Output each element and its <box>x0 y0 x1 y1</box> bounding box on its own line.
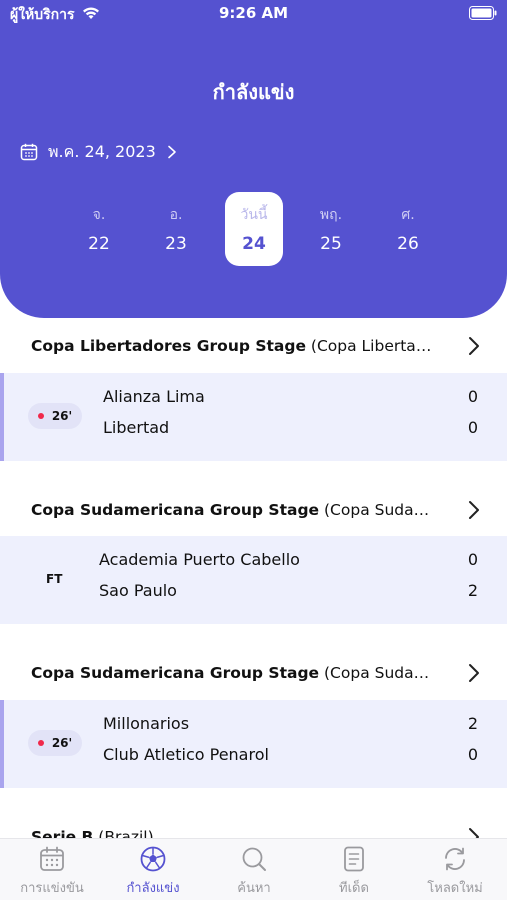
tab-label: กำลังแข่ง <box>126 881 180 896</box>
day-weekday: วันนี้ <box>240 207 268 223</box>
day-number: 26 <box>397 234 419 254</box>
tab-label: โหลดใหม่ <box>427 881 483 896</box>
away-score: 2 <box>467 581 478 600</box>
live-time-badge: 26' <box>28 730 82 756</box>
away-team: Libertad <box>103 418 170 437</box>
chevron-right-icon <box>469 501 479 519</box>
day-number: 22 <box>88 234 110 254</box>
home-score: 2 <box>467 714 478 733</box>
home-team: Alianza Lima <box>103 387 205 406</box>
day-strip: จ. 22 อ. 23 วันนี้ 24 พฤ. 25 ศ. 26 <box>60 192 448 266</box>
day-weekday: ศ. <box>401 207 415 223</box>
chevron-right-icon <box>469 337 479 355</box>
date-picker[interactable]: พ.ค. 24, 2023 <box>20 140 178 164</box>
day-item[interactable]: อ. 23 <box>147 192 205 266</box>
day-item[interactable]: จ. 22 <box>70 192 128 266</box>
day-number: 24 <box>242 234 266 254</box>
match-card[interactable]: FT Academia Puerto Cabello 0 Sao Paulo 2 <box>0 536 507 624</box>
home-score: 0 <box>467 387 478 406</box>
match-card[interactable]: 26' Millonarios 2 Club Atletico Penarol … <box>0 700 507 788</box>
day-number: 25 <box>320 234 342 254</box>
chevron-right-icon <box>167 145 176 159</box>
tab-matches[interactable]: การแข่งขัน <box>2 845 102 898</box>
selected-date: พ.ค. 24, 2023 <box>48 141 156 161</box>
league-name: Copa Sudamericana Group Stage (Copa Suda… <box>31 664 441 682</box>
day-weekday: พฤ. <box>319 207 343 223</box>
away-score: 0 <box>467 745 478 764</box>
league-header[interactable]: Copa Libertadores Group Stage (Copa Libe… <box>0 321 507 371</box>
soccer-ball-icon <box>140 846 166 872</box>
league-subtitle: (Copa Sudamericana) <box>324 501 441 519</box>
calendar-icon <box>20 143 38 161</box>
league-subtitle: (Copa Sudamericana) <box>324 664 441 682</box>
league-title: Copa Libertadores Group Stage <box>31 337 306 355</box>
live-dot-icon <box>37 740 44 746</box>
league-title: Copa Sudamericana Group Stage <box>31 501 320 519</box>
calendar-icon <box>40 846 64 871</box>
tab-search[interactable]: ค้นหา <box>204 845 304 898</box>
day-item[interactable]: พฤ. 25 <box>302 192 360 266</box>
day-item[interactable]: ศ. 26 <box>379 192 437 266</box>
league-header[interactable]: Copa Sudamericana Group Stage (Copa Suda… <box>0 485 507 535</box>
away-score: 0 <box>467 418 478 437</box>
battery-icon <box>469 6 497 20</box>
away-team: Sao Paulo <box>99 581 177 600</box>
day-weekday: จ. <box>92 207 106 223</box>
status-bar: ผู้ให้บริการ 9:26 AM <box>0 0 507 28</box>
search-icon <box>242 847 266 871</box>
tab-bar: การแข่งขัน กำลังแข่ง ค้นหา ทีเด็ด โหลดให… <box>0 838 507 900</box>
day-item-today[interactable]: วันนี้ 24 <box>225 192 283 266</box>
match-status: FT <box>46 572 63 586</box>
match-time: 26' <box>51 736 73 750</box>
league-title: Copa Sudamericana Group Stage <box>31 664 320 682</box>
refresh-icon <box>445 847 465 871</box>
live-dot-icon <box>37 413 44 419</box>
page-title: กำลังแข่ง <box>212 80 295 104</box>
tab-label: ค้นหา <box>237 881 271 896</box>
tab-label: ทีเด็ด <box>339 881 369 896</box>
league-header[interactable]: Copa Sudamericana Group Stage (Copa Suda… <box>0 648 507 698</box>
day-weekday: อ. <box>169 207 183 223</box>
live-time-badge: 26' <box>28 403 82 429</box>
home-team: Academia Puerto Cabello <box>99 550 300 569</box>
tab-reload[interactable]: โหลดใหม่ <box>405 845 505 898</box>
league-subtitle: (Copa Libertadores) <box>310 337 441 355</box>
day-number: 23 <box>165 234 187 254</box>
tab-live[interactable]: กำลังแข่ง <box>103 845 203 898</box>
tab-label: การแข่งขัน <box>20 881 84 896</box>
header: ผู้ให้บริการ 9:26 AM กำลังแข่ง พ.ค. 24, … <box>0 0 507 318</box>
home-team: Millonarios <box>103 714 190 733</box>
document-icon <box>344 846 364 872</box>
chevron-right-icon <box>469 664 479 682</box>
status-time: 9:26 AM <box>218 4 289 22</box>
away-team: Club Atletico Penarol <box>103 745 269 764</box>
league-name: Copa Libertadores Group Stage (Copa Libe… <box>31 337 441 355</box>
home-score: 0 <box>467 550 478 569</box>
league-name: Copa Sudamericana Group Stage (Copa Suda… <box>31 501 441 519</box>
match-time: 26' <box>51 409 73 423</box>
match-card[interactable]: 26' Alianza Lima 0 Libertad 0 <box>0 373 507 461</box>
tab-tips[interactable]: ทีเด็ด <box>304 845 404 898</box>
